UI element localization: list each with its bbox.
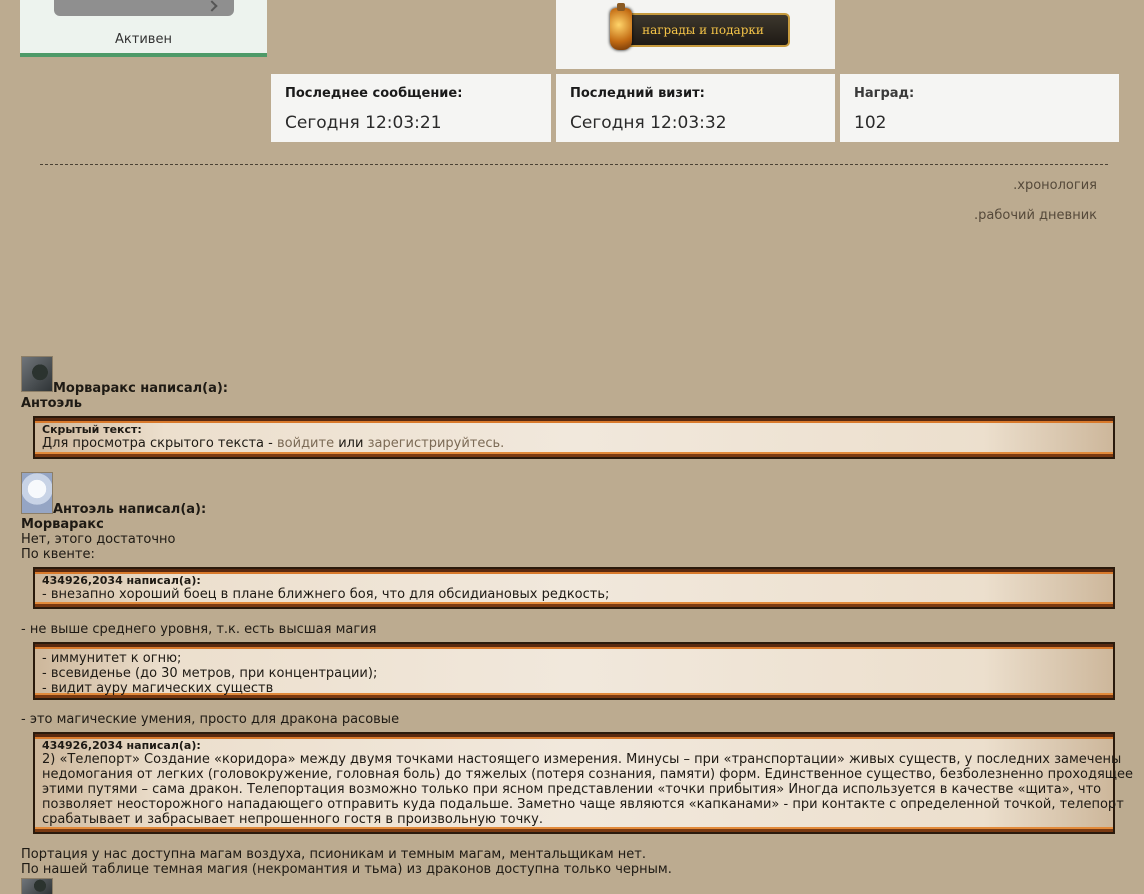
status-panel: Активен bbox=[20, 0, 267, 57]
post-text-line: По нашей таблице темная магия (некромант… bbox=[21, 862, 672, 877]
stat-label: Наград: bbox=[854, 86, 915, 101]
stat-value: Сегодня 12:03:21 bbox=[285, 113, 442, 133]
stat-label: Последний визит: bbox=[570, 86, 705, 101]
quote-box: - иммунитет к огню; - всевиденье (до 30 … bbox=[33, 642, 1115, 700]
hidden-text-title: Скрытый текст: bbox=[42, 423, 142, 436]
chronology-link[interactable]: .хронология bbox=[1013, 178, 1097, 193]
post-author: Антоэль написал(а): bbox=[53, 502, 207, 517]
post-addressee: Антоэль bbox=[21, 396, 82, 411]
potion-bottle-icon bbox=[610, 3, 632, 50]
awards-banner-label: награды и подарки bbox=[616, 13, 790, 47]
quote-text-line: - иммунитет к огню; bbox=[42, 651, 182, 666]
hidden-text-box: Скрытый текст: Для просмотра скрытого те… bbox=[33, 416, 1115, 459]
or-text: или bbox=[338, 436, 364, 451]
hidden-text-message: Для просмотра скрытого текста - войдите … bbox=[42, 436, 1106, 451]
quote-author: 434926,2034 написал(а): bbox=[42, 739, 201, 752]
avatar-antoel[interactable] bbox=[21, 472, 53, 514]
stat-value: 102 bbox=[854, 113, 887, 133]
dashed-divider bbox=[40, 164, 1108, 165]
post-text-line: Нет, этого достаточно bbox=[21, 532, 176, 547]
avatar-next-post[interactable] bbox=[21, 878, 53, 894]
stat-awards: Наград: 102 bbox=[840, 74, 1119, 142]
hidden-text-prefix: Для просмотра скрытого текста - bbox=[42, 436, 273, 451]
stat-value: Сегодня 12:03:32 bbox=[570, 113, 727, 133]
quote-box: 434926,2034 написал(а): - внезапно хорош… bbox=[33, 567, 1115, 609]
post-text-line: - не выше среднего уровня, т.к. есть выс… bbox=[21, 622, 377, 637]
register-link[interactable]: зарегистрируйтесь. bbox=[368, 436, 505, 451]
stat-last-message: Последнее сообщение: Сегодня 12:03:21 bbox=[271, 74, 551, 142]
post-author: Морваракс написал(а): bbox=[53, 381, 229, 396]
quote-text-line: - видит ауру магических существ bbox=[42, 681, 274, 696]
stat-label: Последнее сообщение: bbox=[285, 86, 463, 101]
diary-link[interactable]: .рабочий дневник bbox=[974, 208, 1097, 223]
quote-text-line: - всевиденье (до 30 метров, при концентр… bbox=[42, 666, 378, 681]
status-label: Активен bbox=[115, 32, 172, 47]
login-link[interactable]: войдите bbox=[277, 436, 334, 451]
status-button[interactable] bbox=[54, 0, 234, 16]
quote-text-line: недомогания от легких (головокружение, г… bbox=[42, 767, 1134, 782]
avatar-morvaraks[interactable] bbox=[21, 356, 53, 392]
post-text-line: По квенте: bbox=[21, 547, 95, 562]
post-text-line: Портация у нас доступна магам воздуха, п… bbox=[21, 847, 646, 862]
quote-text-line: позволяет неосторожного нападающего отпр… bbox=[42, 797, 1124, 812]
quote-author: 434926,2034 написал(а): bbox=[42, 574, 201, 587]
quote-text-line: срабатывает и забрасывает непрошенного г… bbox=[42, 812, 543, 827]
quote-text-line: этими путями – сама дракон. Телепортация… bbox=[42, 782, 1102, 797]
awards-banner[interactable]: награды и подарки bbox=[602, 3, 792, 55]
post-addressee: Морваракс bbox=[21, 517, 104, 532]
stat-last-visit: Последний визит: Сегодня 12:03:32 bbox=[556, 74, 835, 142]
quote-text: - внезапно хороший боец в плане ближнего… bbox=[42, 587, 610, 602]
post-text-line: - это магические умения, просто для драк… bbox=[21, 712, 400, 727]
quote-box: 434926,2034 написал(а): 2) «Телепорт» Со… bbox=[33, 732, 1134, 834]
awards-panel: награды и подарки bbox=[556, 0, 835, 69]
quote-text-line: 2) «Телепорт» Создание «коридора» между … bbox=[42, 752, 1122, 767]
